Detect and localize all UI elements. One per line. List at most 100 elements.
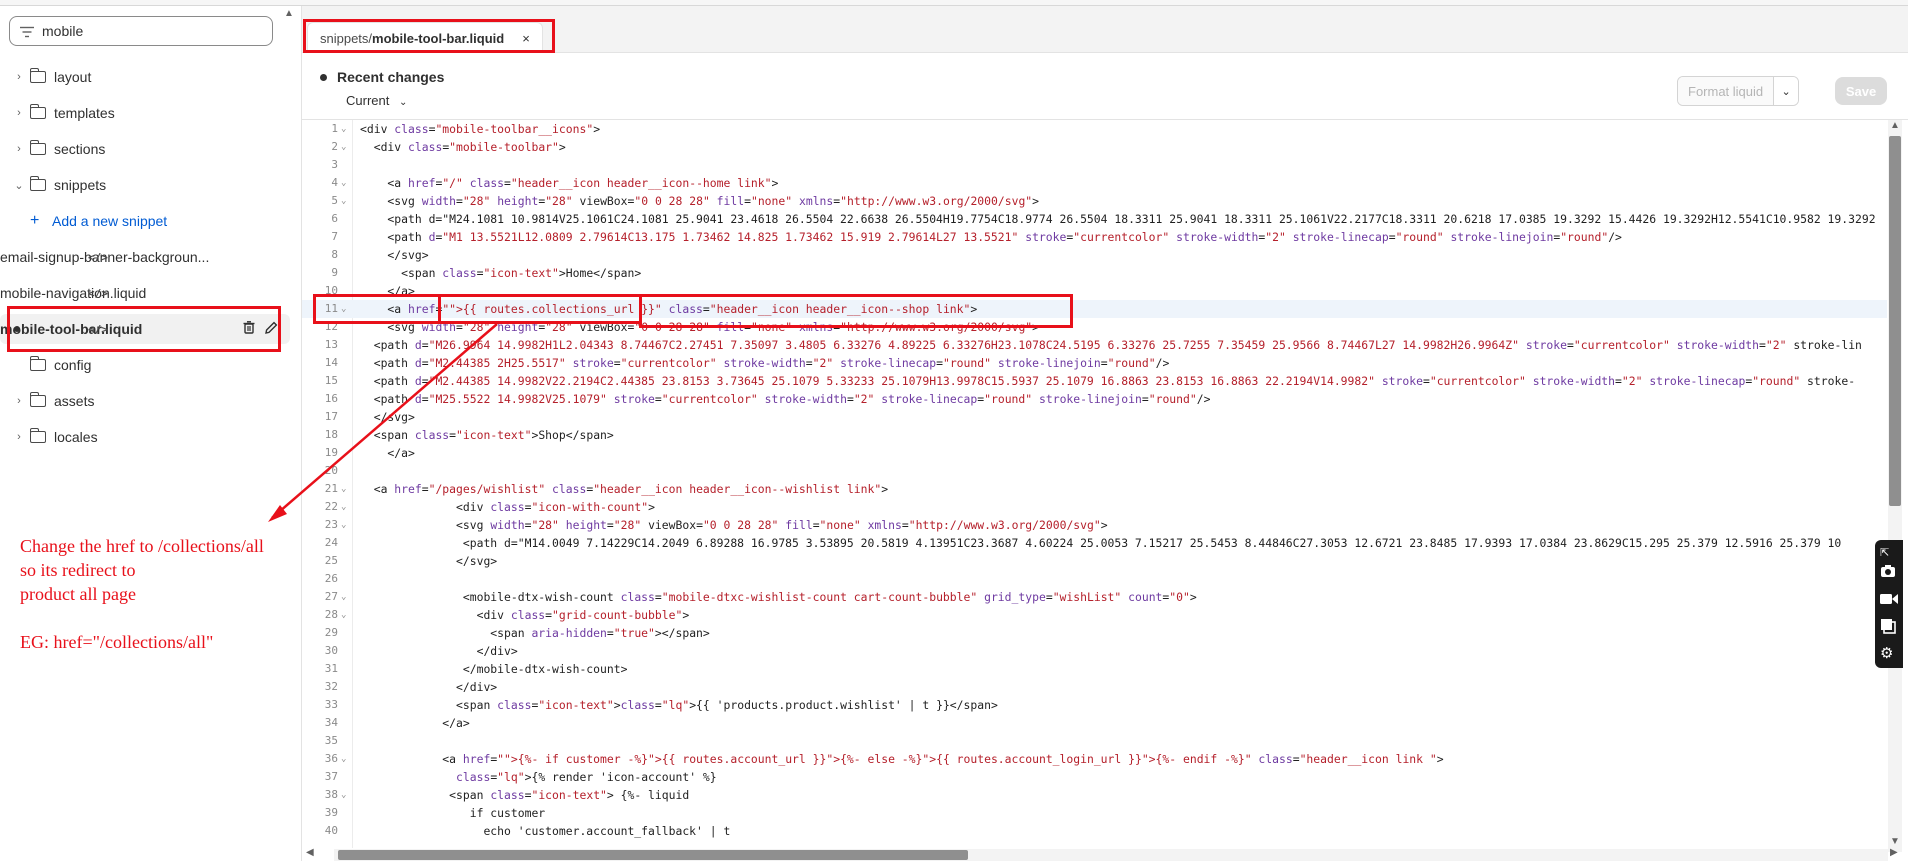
annotation-line: product all page xyxy=(20,584,136,604)
code-line[interactable]: 33 <span class="icon-text">class="lq">{{… xyxy=(302,696,1887,714)
fold-chevron-icon[interactable]: ⌄ xyxy=(341,588,346,606)
code-text: </div> xyxy=(360,644,518,658)
copy-icon[interactable] xyxy=(1880,618,1896,638)
code-line[interactable]: 21 ⌄ <a href="/pages/wishlist" class="hea… xyxy=(302,480,1887,498)
scroll-down-icon[interactable]: ▼ xyxy=(1890,836,1900,847)
recent-changes-title: Recent changes xyxy=(320,69,444,85)
folder-assets[interactable]: › assets xyxy=(0,386,290,416)
version-select[interactable]: Current ⌄ xyxy=(346,93,407,108)
fold-chevron-icon[interactable]: ⌄ xyxy=(341,786,346,804)
format-liquid-button[interactable]: Format liquid ⌄ xyxy=(1677,76,1800,106)
gear-icon[interactable]: ⚙ xyxy=(1880,644,1893,662)
code-line[interactable]: 22 ⌄ <div class="icon-with-count"> xyxy=(302,498,1887,516)
code-line[interactable]: 25 </svg> xyxy=(302,552,1887,570)
code-line[interactable]: 6 <path d="M24.1081 10.9814V25.1061C24.1… xyxy=(302,210,1887,228)
search-input[interactable] xyxy=(42,23,262,39)
code-line[interactable]: 29 <span aria-hidden="true"></span> xyxy=(302,624,1887,642)
fold-chevron-icon[interactable]: ⌄ xyxy=(341,174,346,192)
folder-icon xyxy=(29,356,46,371)
chevron-right-icon[interactable]: › xyxy=(12,71,26,83)
folder-layout[interactable]: › layout xyxy=(0,62,290,92)
code-line[interactable]: 23 ⌄ <svg width="28" height="28" viewBox=… xyxy=(302,516,1887,534)
chevron-right-icon[interactable]: › xyxy=(12,143,26,155)
code-line[interactable]: 31 </mobile-dtx-wish-count> xyxy=(302,660,1887,678)
folder-templates[interactable]: › templates xyxy=(0,98,290,128)
code-line[interactable]: 13 <path d="M26.9964 14.9982H1L2.04343 8… xyxy=(302,336,1887,354)
code-line[interactable]: 24 <path d="M14.0049 7.14229C14.2049 6.8… xyxy=(302,534,1887,552)
code-line[interactable]: 30 </div> xyxy=(302,642,1887,660)
fold-chevron-icon[interactable]: ⌄ xyxy=(341,516,346,534)
code-line[interactable]: 35 xyxy=(302,732,1887,750)
scroll-thumb[interactable] xyxy=(1889,136,1901,506)
fold-chevron-icon[interactable]: ⌄ xyxy=(341,750,346,768)
code-line[interactable]: 15 <path d="M2.44385 14.9982V22.2194C2.4… xyxy=(302,372,1887,390)
chevron-right-icon[interactable]: › xyxy=(12,107,26,119)
scroll-left-icon[interactable]: ◀ xyxy=(306,847,314,858)
add-snippet-link[interactable]: + Add a new snippet xyxy=(0,206,290,236)
chevron-down-icon[interactable]: ⌄ xyxy=(1773,77,1799,105)
code-line[interactable]: 7 <path d="M1 13.5521L12.0809 2.79614C13… xyxy=(302,228,1887,246)
fold-chevron-icon[interactable]: ⌄ xyxy=(341,480,346,498)
code-line[interactable]: 4 ⌄ <a href="/" class="header__icon heade… xyxy=(302,174,1887,192)
file-email-signup-banner[interactable]: </> email-signup-banner-backgroun... xyxy=(0,242,290,272)
chevron-right-icon[interactable]: › xyxy=(12,395,26,407)
folder-config[interactable]: config xyxy=(0,350,290,380)
horizontal-scrollbar[interactable]: ◀ ▶ xyxy=(306,847,1898,861)
fold-chevron-icon[interactable]: ⌄ xyxy=(341,138,346,156)
scroll-up-icon[interactable]: ▲ xyxy=(1890,120,1900,131)
file-mobile-navigation[interactable]: </> mobile-navigation.liquid xyxy=(0,278,290,308)
fold-chevron-icon[interactable]: ⌄ xyxy=(341,192,346,210)
code-line[interactable]: 38 ⌄ <span class="icon-text"> {%- liquid xyxy=(302,786,1887,804)
code-line[interactable]: 32 </div> xyxy=(302,678,1887,696)
code-line[interactable]: 19 </a> xyxy=(302,444,1887,462)
scroll-thumb[interactable] xyxy=(338,850,968,860)
code-line[interactable]: 39 if customer xyxy=(302,804,1887,822)
fold-chevron-icon[interactable]: ⌄ xyxy=(341,498,346,516)
code-line[interactable]: 18 <span class="icon-text">Shop</span> xyxy=(302,426,1887,444)
folder-sections[interactable]: › sections xyxy=(0,134,290,164)
line-number: 19 xyxy=(324,446,338,459)
code-line[interactable]: 9 <span class="icon-text">Home</span> xyxy=(302,264,1887,282)
code-text: <a href="/" class="header__icon header__… xyxy=(360,176,779,190)
line-number: 1 xyxy=(331,122,338,135)
code-line[interactable]: 26 xyxy=(302,570,1887,588)
camera-icon[interactable] xyxy=(1880,564,1896,582)
line-number: 14 xyxy=(324,356,338,369)
code-line[interactable]: 5 ⌄ <svg width="28" height="28" viewBox="… xyxy=(302,192,1887,210)
code-text: </svg> xyxy=(360,554,498,568)
share-icon[interactable]: ⇱ xyxy=(1880,546,1889,559)
code-area[interactable]: 1 ⌄ <div class="mobile-toolbar__icons"> 2 ⌄ … xyxy=(302,120,1887,848)
annotation-note: Change the href to /collections/all so i… xyxy=(20,534,310,654)
code-line[interactable]: 34 </a> xyxy=(302,714,1887,732)
scroll-right-icon[interactable]: ▶ xyxy=(1890,847,1898,858)
code-line[interactable]: 37 class="lq">{% render 'icon-account' %… xyxy=(302,768,1887,786)
code-line[interactable]: 2 ⌄ <div class="mobile-toolbar"> xyxy=(302,138,1887,156)
code-line[interactable]: 1 ⌄ <div class="mobile-toolbar__icons"> xyxy=(302,120,1887,138)
format-liquid-label: Format liquid xyxy=(1678,77,1774,105)
code-line[interactable]: 20 xyxy=(302,462,1887,480)
code-line[interactable]: 14 <path d="M2.44385 2H25.5517" stroke="… xyxy=(302,354,1887,372)
code-line[interactable]: 27 ⌄ <mobile-dtx-wish-count class="mobile… xyxy=(302,588,1887,606)
code-line[interactable]: 16 <path d="M25.5522 14.9982V25.1079" st… xyxy=(302,390,1887,408)
code-line[interactable]: 36 ⌄ <a href="">{%- if customer -%}">{{ r… xyxy=(302,750,1887,768)
code-text: <a href="">{%- if customer -%}">{{ route… xyxy=(360,752,1444,766)
folder-locales[interactable]: › locales xyxy=(0,422,290,452)
folder-snippets[interactable]: ⌄ snippets xyxy=(0,170,290,200)
fold-chevron-icon[interactable]: ⌄ xyxy=(341,120,346,138)
chevron-right-icon[interactable]: › xyxy=(12,431,26,443)
save-button[interactable]: Save xyxy=(1835,77,1887,105)
video-icon[interactable] xyxy=(1880,592,1898,609)
chevron-down-icon[interactable]: ⌄ xyxy=(12,179,26,192)
code-line[interactable]: 8 </svg> xyxy=(302,246,1887,264)
code-editor-panel: snippets/ mobile-tool-bar.liquid × Recen… xyxy=(301,6,1908,861)
code-line[interactable]: 3 xyxy=(302,156,1887,174)
code-line[interactable]: 28 ⌄ <div class="grid-count-bubble"> xyxy=(302,606,1887,624)
code-text: class="lq">{% render 'icon-account' %} xyxy=(456,770,717,784)
code-line[interactable]: 17 </svg> xyxy=(302,408,1887,426)
sidebar-scroll-up-icon[interactable]: ▲ xyxy=(284,8,294,19)
line-number: 36 xyxy=(324,752,338,765)
vertical-scrollbar[interactable]: ▲ ▼ xyxy=(1888,120,1902,852)
fold-chevron-icon[interactable]: ⌄ xyxy=(341,606,346,624)
code-line[interactable]: 40 echo 'customer.account_fallback' | t xyxy=(302,822,1887,840)
file-search[interactable] xyxy=(9,16,273,46)
